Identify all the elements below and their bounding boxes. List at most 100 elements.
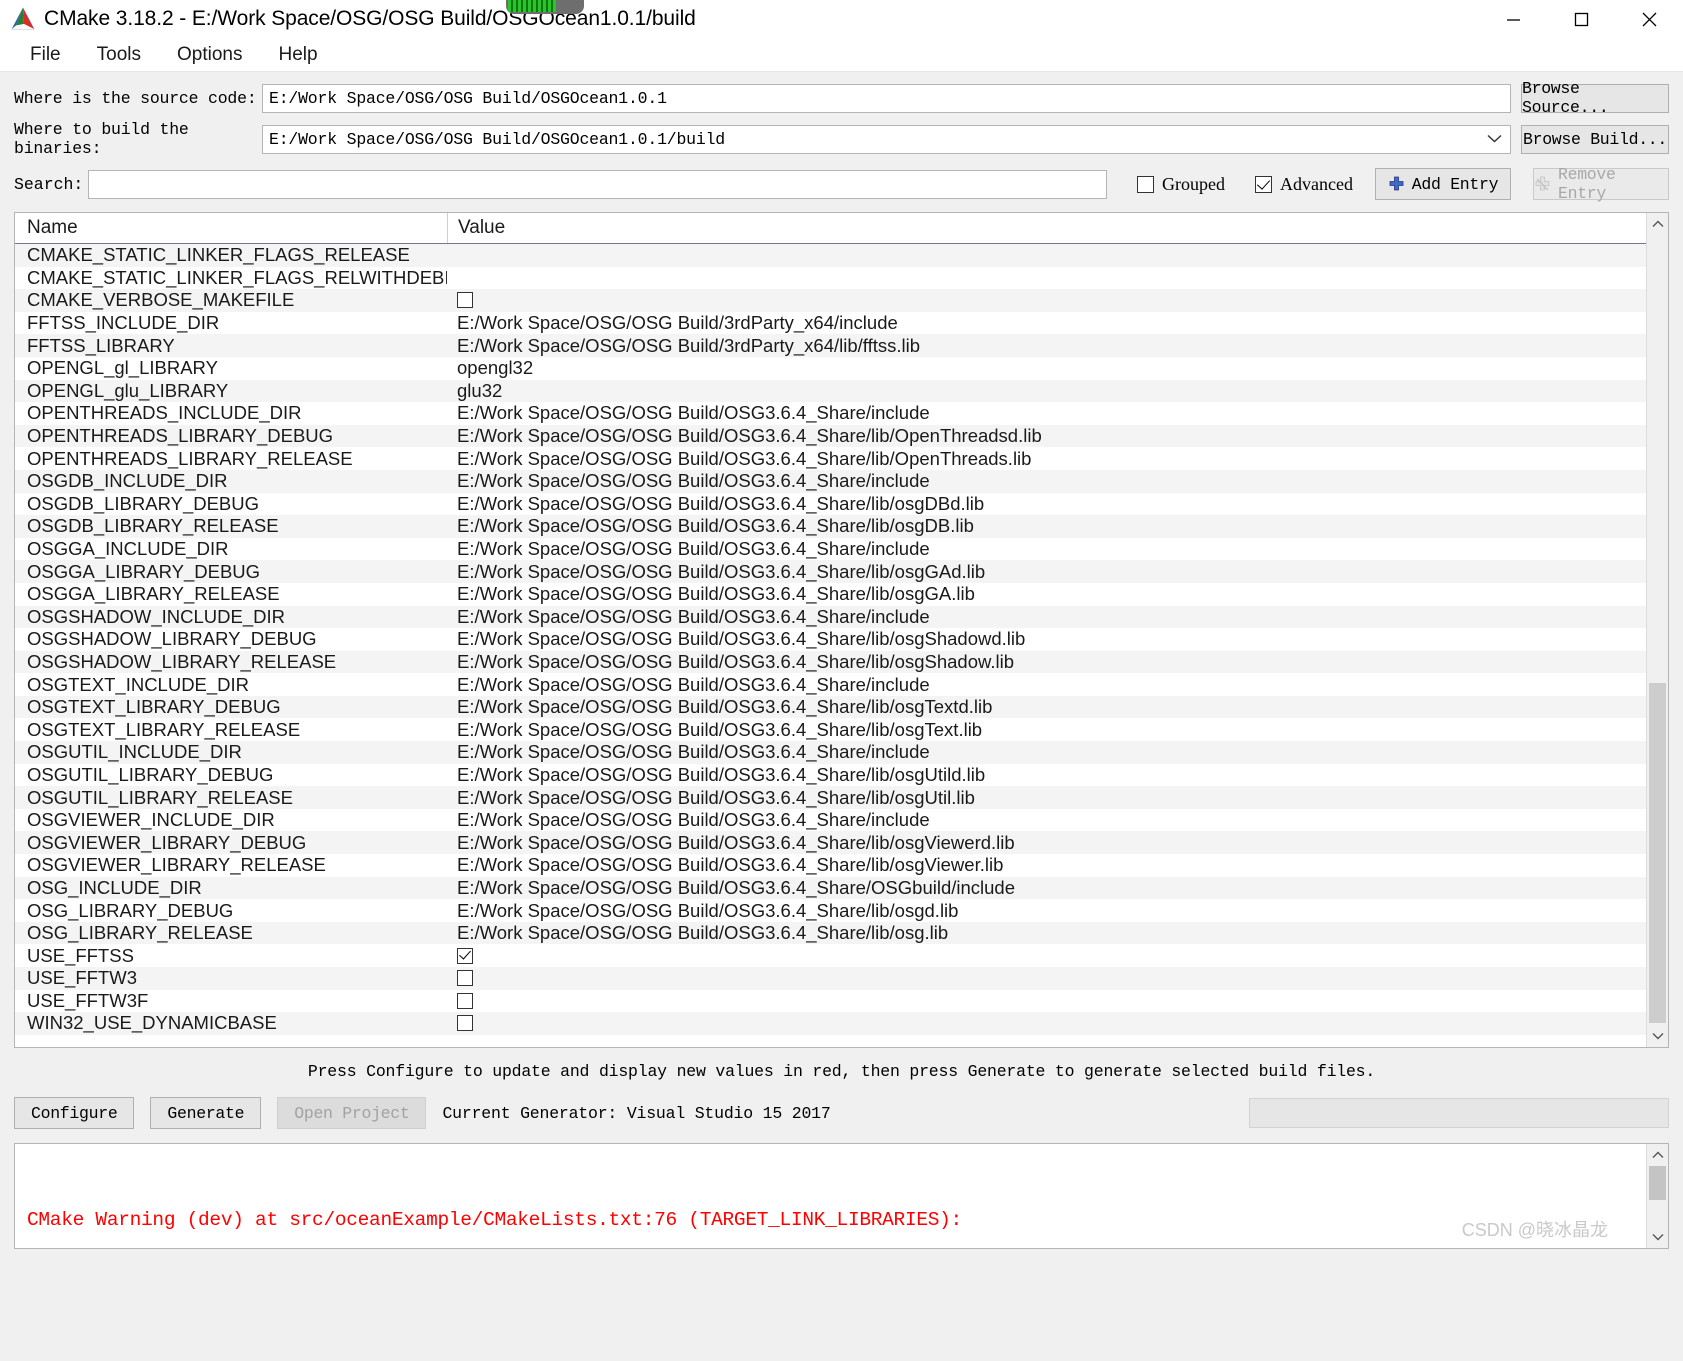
cache-variable-name[interactable]: OSGTEXT_LIBRARY_RELEASE [15,719,447,741]
cache-variable-value[interactable]: E:/Work Space/OSG/OSG Build/OSG3.6.4_Sha… [447,877,1646,899]
cache-variable-name[interactable]: OSG_LIBRARY_DEBUG [15,900,447,922]
scroll-up-icon[interactable] [1647,213,1668,235]
cache-variable-value[interactable]: E:/Work Space/OSG/OSG Build/OSG3.6.4_Sha… [447,922,1646,944]
cache-variable-value[interactable]: E:/Work Space/OSG/OSG Build/OSG3.6.4_Sha… [447,809,1646,831]
cache-variable-name[interactable]: OSGDB_LIBRARY_RELEASE [15,515,447,537]
advanced-checkbox[interactable]: Advanced [1255,174,1353,195]
cache-variable-value[interactable]: opengl32 [447,357,1646,379]
cache-variable-value[interactable]: E:/Work Space/OSG/OSG Build/OSG3.6.4_Sha… [447,561,1646,583]
table-row[interactable]: OSGGA_LIBRARY_RELEASE E:/Work Space/OSG/O… [15,583,1646,606]
table-row[interactable]: OSGDB_LIBRARY_RELEASE E:/Work Space/OSG/O… [15,515,1646,538]
cache-variable-name[interactable]: OSGSHADOW_LIBRARY_RELEASE [15,651,447,673]
cache-variable-value[interactable]: E:/Work Space/OSG/OSG Build/OSG3.6.4_Sha… [447,787,1646,809]
table-row[interactable]: OSGVIEWER_INCLUDE_DIR E:/Work Space/OSG/O… [15,809,1646,832]
maximize-icon[interactable] [1547,0,1615,38]
table-row[interactable]: OSGUTIL_LIBRARY_RELEASE E:/Work Space/OSG… [15,786,1646,809]
cache-variable-value[interactable]: E:/Work Space/OSG/OSG Build/OSG3.6.4_Sha… [447,583,1646,605]
table-row[interactable]: OSGVIEWER_LIBRARY_RELEASE E:/Work Space/O… [15,854,1646,877]
table-row[interactable]: OPENTHREADS_LIBRARY_RELEASE E:/Work Space… [15,447,1646,470]
cache-variable-value[interactable]: E:/Work Space/OSG/OSG Build/3rdParty_x64… [447,312,1646,334]
cache-variable-name[interactable]: USE_FFTSS [15,945,447,967]
cache-variable-value[interactable] [447,992,1646,1009]
cache-table-scrollbar[interactable] [1646,213,1668,1047]
generate-button[interactable]: Generate [150,1097,262,1129]
close-icon[interactable] [1615,0,1683,38]
cache-variable-value[interactable]: E:/Work Space/OSG/OSG Build/OSG3.6.4_Sha… [447,515,1646,537]
table-row[interactable]: OSGTEXT_LIBRARY_RELEASE E:/Work Space/OSG… [15,718,1646,741]
table-row[interactable]: OSGDB_LIBRARY_DEBUG E:/Work Space/OSG/OSG… [15,493,1646,516]
table-row[interactable]: OSGGA_LIBRARY_DEBUG E:/Work Space/OSG/OSG… [15,560,1646,583]
advanced-checkbox-box[interactable] [1255,175,1273,193]
cache-variable-value[interactable]: E:/Work Space/OSG/OSG Build/OSG3.6.4_Sha… [447,538,1646,560]
table-row[interactable]: USE_FFTW3 [15,967,1646,990]
table-row[interactable]: OPENGL_gl_LIBRARY opengl32 [15,357,1646,380]
table-row[interactable]: USE_FFTSS [15,944,1646,967]
table-row[interactable]: FFTSS_INCLUDE_DIR E:/Work Space/OSG/OSG B… [15,312,1646,335]
cache-variable-name[interactable]: OSGGA_INCLUDE_DIR [15,538,447,560]
cache-variable-name[interactable]: OSGSHADOW_LIBRARY_DEBUG [15,628,447,650]
cache-variable-value[interactable] [447,970,1646,987]
cache-variable-value[interactable]: glu32 [447,380,1646,402]
output-log-scrollbar[interactable] [1646,1144,1668,1248]
table-row[interactable]: OSGVIEWER_LIBRARY_DEBUG E:/Work Space/OSG… [15,831,1646,855]
browse-build-button[interactable]: Browse Build... [1521,124,1669,154]
table-row[interactable]: OSGSHADOW_LIBRARY_RELEASE E:/Work Space/O… [15,650,1646,674]
grouped-checkbox-box[interactable] [1137,175,1155,193]
cache-variable-value[interactable]: E:/Work Space/OSG/OSG Build/OSG3.6.4_Sha… [447,719,1646,741]
menu-item-options[interactable]: Options [159,42,260,68]
table-row[interactable]: OPENTHREADS_INCLUDE_DIR E:/Work Space/OSG… [15,402,1646,425]
cache-variable-value[interactable]: E:/Work Space/OSG/OSG Build/OSG3.6.4_Sha… [447,606,1646,628]
cache-variable-name[interactable]: OSGDB_LIBRARY_DEBUG [15,493,447,515]
cache-variable-name[interactable]: OPENTHREADS_LIBRARY_RELEASE [15,448,447,470]
cache-variable-name[interactable]: USE_FFTW3 [15,967,447,989]
table-row[interactable]: USE_FFTW3F [15,990,1646,1013]
cache-variable-value[interactable] [447,947,1646,964]
cache-variable-value[interactable]: E:/Work Space/OSG/OSG Build/OSG3.6.4_Sha… [447,696,1646,718]
menu-item-help[interactable]: Help [260,42,335,68]
cache-variable-name[interactable]: OPENGL_glu_LIBRARY [15,380,447,402]
cache-variable-value[interactable]: E:/Work Space/OSG/OSG Build/OSG3.6.4_Sha… [447,470,1646,492]
cache-variable-value[interactable]: E:/Work Space/OSG/OSG Build/OSG3.6.4_Sha… [447,854,1646,876]
cache-variable-name[interactable]: OSGGA_LIBRARY_DEBUG [15,561,447,583]
table-row[interactable]: OSGUTIL_INCLUDE_DIR E:/Work Space/OSG/OSG… [15,741,1646,764]
table-row[interactable]: OSGDB_INCLUDE_DIR E:/Work Space/OSG/OSG B… [15,469,1646,493]
cache-value-checkbox[interactable] [457,992,473,1009]
cache-variable-name[interactable]: OSGSHADOW_INCLUDE_DIR [15,606,447,628]
cache-variable-value[interactable]: E:/Work Space/OSG/OSG Build/OSG3.6.4_Sha… [447,651,1646,673]
column-header-value[interactable]: Value [448,217,505,239]
configure-button[interactable]: Configure [14,1097,135,1129]
column-header-name[interactable]: Name [15,217,447,239]
cache-variable-value[interactable]: E:/Work Space/OSG/OSG Build/OSG3.6.4_Sha… [447,832,1646,854]
cache-variable-name[interactable]: OSGGA_LIBRARY_RELEASE [15,583,447,605]
cache-variable-name[interactable]: OSG_LIBRARY_RELEASE [15,922,447,944]
cache-variable-value[interactable]: E:/Work Space/OSG/OSG Build/OSG3.6.4_Sha… [447,402,1646,424]
table-row[interactable]: OSGTEXT_INCLUDE_DIR E:/Work Space/OSG/OSG… [15,673,1646,696]
remove-entry-button[interactable]: Remove Entry [1533,165,1669,203]
table-row[interactable]: OSG_LIBRARY_RELEASE E:/Work Space/OSG/OSG… [15,921,1646,945]
cache-variable-name[interactable]: CMAKE_STATIC_LINKER_FLAGS_RELWITHDEBINFO [15,267,447,289]
open-project-button[interactable]: Open Project [277,1097,427,1129]
log-scrollbar-thumb[interactable] [1649,1166,1666,1200]
cache-variable-value[interactable]: E:/Work Space/OSG/OSG Build/OSG3.6.4_Sha… [447,448,1646,470]
table-row[interactable]: OSG_LIBRARY_DEBUG E:/Work Space/OSG/OSG B… [15,899,1646,922]
cache-variable-value[interactable]: E:/Work Space/OSG/OSG Build/OSG3.6.4_Sha… [447,674,1646,696]
table-row[interactable]: OSGSHADOW_LIBRARY_DEBUG E:/Work Space/OSG… [15,628,1646,651]
cache-variable-value[interactable]: E:/Work Space/OSG/OSG Build/OSG3.6.4_Sha… [447,764,1646,786]
minimize-icon[interactable] [1479,0,1547,38]
cache-variable-value[interactable]: E:/Work Space/OSG/OSG Build/OSG3.6.4_Sha… [447,900,1646,922]
cache-variable-name[interactable]: OSGVIEWER_LIBRARY_RELEASE [15,854,447,876]
cache-variable-name[interactable]: CMAKE_STATIC_LINKER_FLAGS_RELEASE [15,244,447,266]
menu-item-tools[interactable]: Tools [79,42,159,68]
table-row[interactable]: WIN32_USE_DYNAMICBASE [15,1012,1646,1035]
cache-variable-name[interactable]: USE_FFTW3F [15,990,447,1012]
log-scroll-up-icon[interactable] [1647,1144,1668,1166]
scrollbar-thumb[interactable] [1649,683,1666,1023]
cache-variable-name[interactable]: OSGTEXT_LIBRARY_DEBUG [15,696,447,718]
cache-variable-name[interactable]: OSGUTIL_INCLUDE_DIR [15,741,447,763]
table-row[interactable]: OSGTEXT_LIBRARY_DEBUG E:/Work Space/OSG/O… [15,695,1646,719]
table-row[interactable]: CMAKE_STATIC_LINKER_FLAGS_RELWITHDEBINFO [15,267,1646,290]
cache-variable-value[interactable] [447,292,1646,309]
cache-variable-name[interactable]: OSGUTIL_LIBRARY_DEBUG [15,764,447,786]
build-path-input[interactable]: E:/Work Space/OSG/OSG Build/OSGOcean1.0.… [262,124,1511,154]
add-entry-button[interactable]: Add Entry [1375,168,1511,200]
